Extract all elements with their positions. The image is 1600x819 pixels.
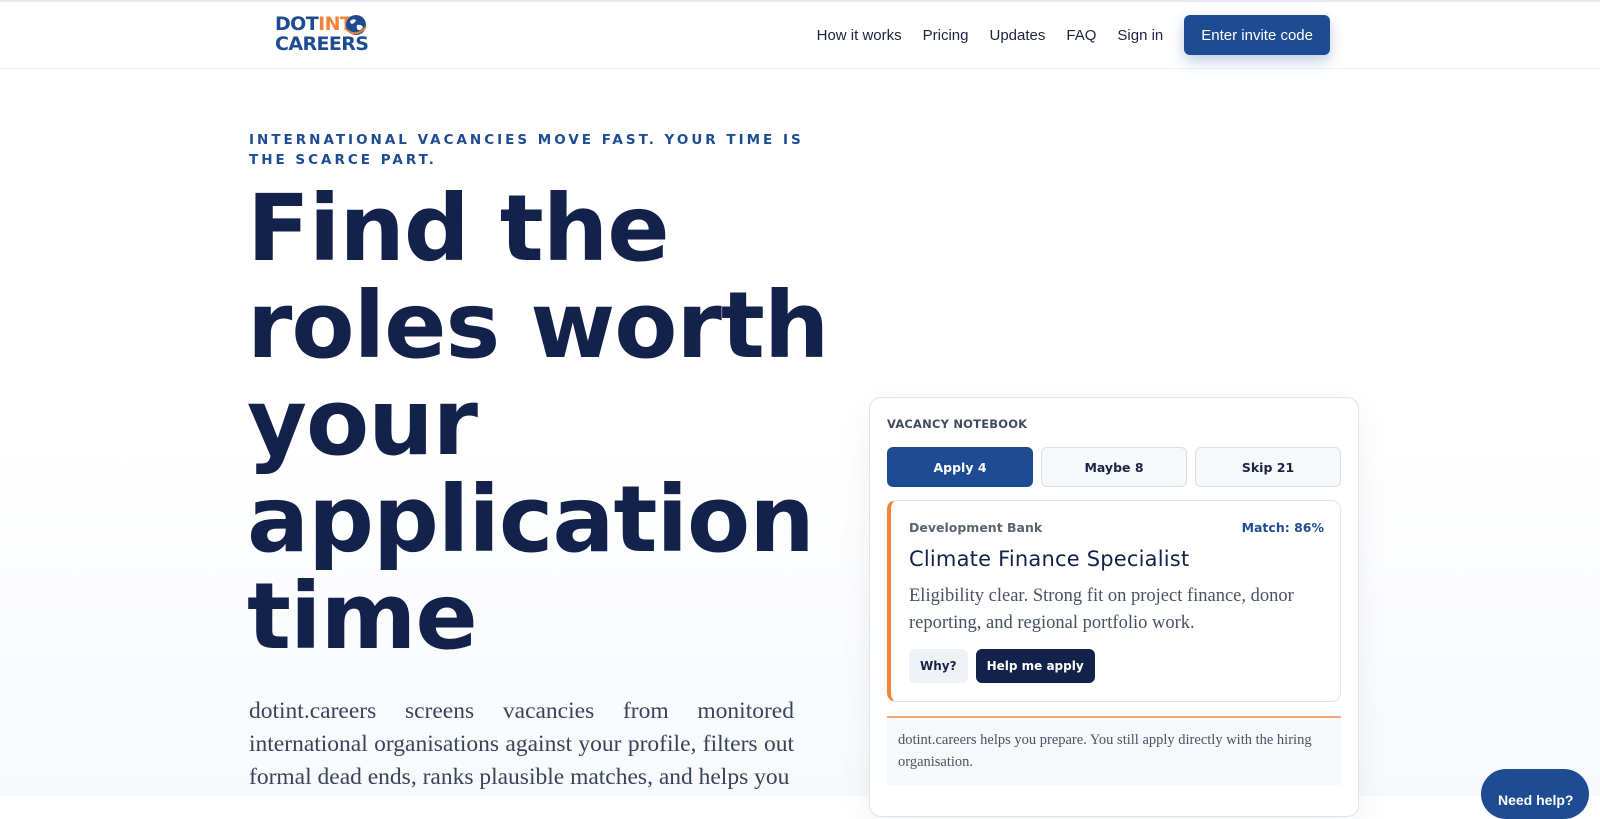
notebook-tabs: Apply 4 Maybe 8 Skip 21 — [887, 447, 1341, 487]
vacancy-notebook-card: VACANCY NOTEBOOK Apply 4 Maybe 8 Skip 21… — [869, 397, 1359, 817]
hero-title: Find the roles worth your application ti… — [247, 175, 829, 670]
need-help-chat-button[interactable]: Need help? — [1481, 769, 1589, 819]
dotint-careers-logo[interactable]: DOTINT CAREERS — [275, 14, 371, 58]
site-header: DOTINT CAREERS How it works Pricing Upda… — [0, 2, 1600, 69]
note-divider — [887, 716, 1341, 718]
vacancy-organisation: Development Bank — [909, 520, 1043, 535]
help-me-apply-button[interactable]: Help me apply — [975, 649, 1095, 683]
match-score-badge: Match: 86% — [1241, 520, 1324, 535]
globe-icon — [346, 15, 367, 35]
main-nav: How it works Pricing Updates FAQ Sign in… — [817, 15, 1330, 55]
nav-faq[interactable]: FAQ — [1066, 27, 1096, 44]
nav-pricing[interactable]: Pricing — [923, 27, 969, 44]
nav-sign-in[interactable]: Sign in — [1117, 27, 1163, 44]
nav-how-it-works[interactable]: How it works — [817, 27, 902, 44]
hero-description: dotint.careers screens vacancies from mo… — [249, 698, 794, 790]
vacancy-summary: Eligibility clear. Strong fit on project… — [909, 586, 1294, 633]
enter-invite-code-button[interactable]: Enter invite code — [1184, 15, 1330, 55]
vacancy-title: Climate Finance Specialist — [909, 547, 1190, 571]
notebook-disclaimer: dotint.careers helps you prepare. You st… — [887, 719, 1341, 785]
vacancy-notebook-label: VACANCY NOTEBOOK — [887, 417, 1028, 431]
tab-maybe[interactable]: Maybe 8 — [1041, 447, 1187, 487]
tab-apply[interactable]: Apply 4 — [887, 447, 1033, 487]
why-button[interactable]: Why? — [909, 649, 968, 683]
vacancy-card[interactable]: Development Bank Match: 86% Climate Fina… — [887, 500, 1341, 702]
vacancy-actions: Why? Help me apply — [909, 649, 1095, 683]
hero-eyebrow: International vacancies move fast. Your … — [249, 132, 804, 168]
nav-updates[interactable]: Updates — [990, 27, 1046, 44]
tab-skip[interactable]: Skip 21 — [1195, 447, 1341, 487]
